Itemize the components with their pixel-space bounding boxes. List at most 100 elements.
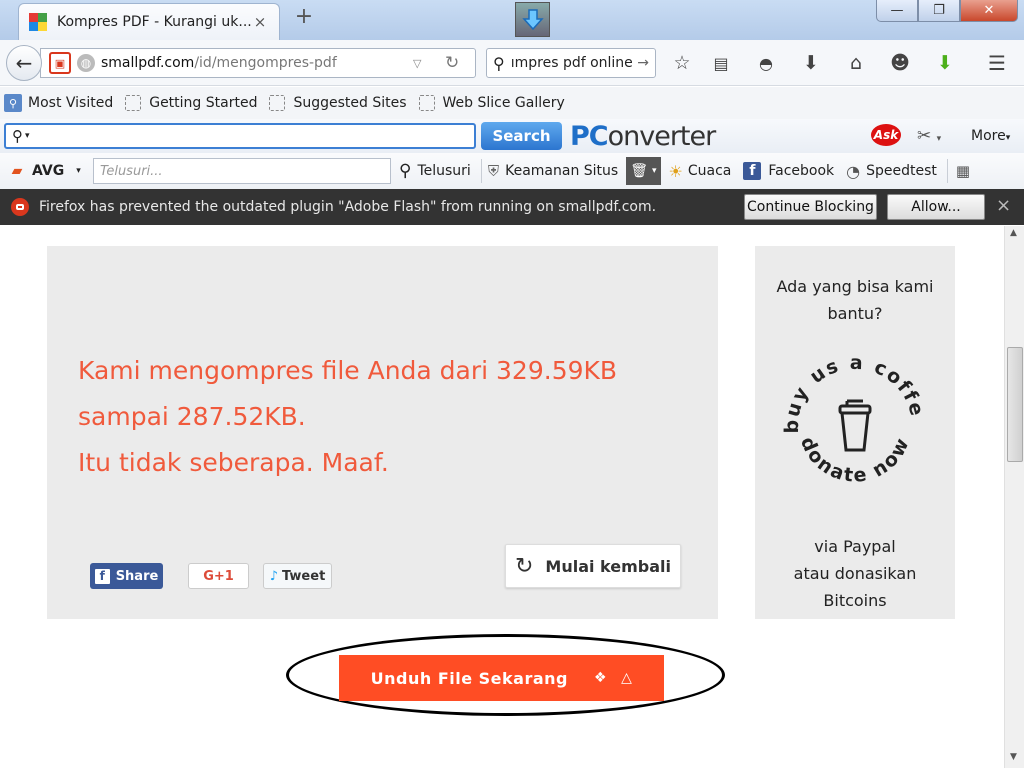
search-icon: ⚲ (399, 161, 412, 181)
tab-close-icon[interactable]: × (251, 13, 269, 31)
url-host: smallpdf.com (101, 55, 195, 71)
tweet-label: Tweet (281, 568, 326, 584)
notification-close-icon[interactable]: × (996, 195, 1011, 216)
bookmark-label: Suggested Sites (293, 95, 407, 111)
via-line-3: Bitcoins (823, 591, 887, 610)
more-label: More (971, 128, 1006, 144)
downloads-icon[interactable]: ⬇ (798, 50, 824, 76)
allow-button[interactable]: Allow... (887, 194, 985, 220)
via-line-2: atau donasikan (793, 564, 917, 583)
coffee-text-bottom: donate now (796, 433, 914, 487)
result-line-2: sampai 287.52KB. (78, 402, 306, 431)
avg-toolbar: ▰ AVG ▾ Telusuri... ⚲ Telusuri ⛨ Keamana… (0, 153, 1024, 189)
facebook-share-button[interactable]: f Share (90, 563, 163, 589)
menu-hamburger-icon[interactable]: ☰ (984, 50, 1010, 76)
restart-button[interactable]: ↻ Mulai kembali (505, 544, 681, 588)
tab-title: Kompres PDF - Kurangi uk... (57, 14, 251, 30)
plugin-blocked-icon (11, 198, 29, 216)
tools-icon[interactable]: ✂ ▾ (917, 126, 941, 146)
toolbar-separator (480, 159, 482, 183)
calculator-icon[interactable]: ▦ (956, 162, 970, 180)
via-line-1: via Paypal (814, 537, 896, 556)
url-bar[interactable]: ▣ ◍ smallpdf.com/id/mengompres-pdf ▽ ↻ (40, 48, 476, 78)
search-go-icon[interactable]: → (637, 55, 649, 71)
speedometer-icon: ◔ (846, 161, 861, 181)
google-plus-button[interactable]: G+1 (188, 563, 249, 589)
download-indicator-icon[interactable] (515, 2, 550, 37)
new-tab-button[interactable]: + (292, 6, 316, 30)
search-icon: ⚲ (12, 127, 23, 145)
avg-search-input[interactable]: Telusuri... (93, 158, 391, 184)
trash-dropdown-icon: ▾ (651, 166, 657, 176)
avg-weather[interactable]: ☀ Cuaca (669, 162, 732, 181)
google-drive-icon[interactable]: △ (621, 670, 632, 686)
avg-logo-text: AVG (32, 163, 65, 179)
site-safety-label: Keamanan Situs (505, 163, 619, 179)
bookmark-getting-started[interactable]: Getting Started (125, 95, 257, 111)
bookmark-most-visited[interactable]: ⚲ Most Visited (4, 94, 113, 112)
facebook-label: Facebook (768, 163, 835, 179)
bookmark-page-icon (125, 95, 142, 111)
smallpdf-site-icon: ▣ (49, 52, 71, 74)
bookmark-web-slice-gallery[interactable]: Web Slice Gallery (418, 95, 565, 111)
pocket-icon[interactable]: ◓ (753, 50, 779, 76)
trash-icon: 🗑 (630, 163, 648, 179)
browser-tab[interactable]: Kompres PDF - Kurangi uk... × (18, 3, 280, 40)
scrollbar-thumb[interactable] (1007, 347, 1023, 462)
search-icon: ⚲ (493, 53, 505, 73)
coffee-text-top: buy us a coffee (778, 346, 928, 434)
more-menu[interactable]: More▾ (971, 128, 1010, 144)
download-label: Unduh File Sekarang (370, 668, 568, 688)
bookmark-star-icon[interactable]: ☆ (669, 50, 695, 76)
twitter-bird-icon: ♪ (269, 568, 278, 584)
avg-facebook[interactable]: f Facebook (743, 162, 834, 180)
smallpdf-favicon-icon (29, 13, 47, 31)
minimize-button[interactable]: — (876, 0, 918, 22)
dropbox-icon[interactable]: ❖ (594, 670, 607, 686)
scroll-up-arrow-icon[interactable]: ▲ (1010, 228, 1017, 238)
close-window-button[interactable]: ✕ (960, 0, 1018, 22)
pcconverter-search-button[interactable]: Search (481, 122, 562, 150)
avg-search-label: Telusuri (417, 163, 471, 179)
donation-sidebar: Ada yang bisa kami bantu? buy us a coffe… (755, 246, 955, 619)
tweet-button[interactable]: ♪ Tweet (263, 563, 332, 589)
url-dropdown-icon[interactable]: ▽ (413, 57, 421, 70)
download-file-button[interactable]: Unduh File Sekarang ❖ △ (339, 655, 664, 701)
ask-logo[interactable]: Ask (871, 124, 901, 146)
reading-list-icon[interactable]: ▤ (708, 50, 734, 76)
avg-speedtest[interactable]: ◔ Speedtest (846, 162, 937, 181)
restart-label: Mulai kembali (545, 556, 672, 576)
toolbar-separator (946, 159, 948, 183)
bookmark-suggested-sites[interactable]: Suggested Sites (269, 95, 407, 111)
avg-site-safety[interactable]: ⛨ Keamanan Situs (488, 162, 618, 180)
notification-message: Firefox has prevented the outdated plugi… (39, 199, 657, 215)
avg-logo-icon: ▰ (11, 163, 23, 179)
home-icon[interactable]: ⌂ (843, 50, 869, 76)
browser-search-box[interactable]: ⚲ ımpres pdf online → (486, 48, 656, 78)
avg-trash-button[interactable]: 🗑 ▾ (626, 157, 661, 185)
shield-icon: ⛨ (487, 162, 500, 180)
back-button[interactable]: ← (6, 45, 42, 81)
reload-icon[interactable]: ↻ (445, 53, 459, 73)
pcconverter-search-input[interactable]: ⚲ ▾ (4, 123, 476, 149)
weather-label: Cuaca (687, 163, 732, 179)
back-arrow-icon: ← (15, 51, 33, 75)
search-dropdown-icon[interactable]: ▾ (25, 131, 30, 141)
download-helper-icon[interactable]: ⬇ (932, 50, 958, 76)
most-visited-icon: ⚲ (4, 94, 22, 112)
buy-coffee-badge[interactable]: buy us a coffee donate now (778, 346, 932, 506)
bookmark-label: Most Visited (28, 95, 114, 111)
logo-pc: PC (570, 120, 609, 152)
speedtest-label: Speedtest (866, 163, 937, 179)
navigation-toolbar: ▣ ◍ smallpdf.com/id/mengompres-pdf ▽ ↻ ←… (0, 40, 1024, 86)
avg-search-placeholder: Telusuri... (100, 163, 163, 179)
smiley-icon[interactable]: ☻ (887, 50, 913, 76)
avg-dropdown-icon[interactable]: ▾ (76, 166, 81, 176)
avg-search-button[interactable]: ⚲ Telusuri (399, 161, 471, 181)
continue-blocking-button[interactable]: Continue Blocking (744, 194, 877, 220)
result-line-3: Itu tidak seberapa. Maaf. (78, 448, 389, 477)
scroll-down-arrow-icon[interactable]: ▼ (1010, 752, 1017, 762)
page-scrollbar[interactable]: ▲ ▼ (1004, 226, 1024, 768)
maximize-button[interactable]: ❐ (918, 0, 960, 22)
avg-logo[interactable]: ▰ AVG ▾ (5, 162, 85, 180)
